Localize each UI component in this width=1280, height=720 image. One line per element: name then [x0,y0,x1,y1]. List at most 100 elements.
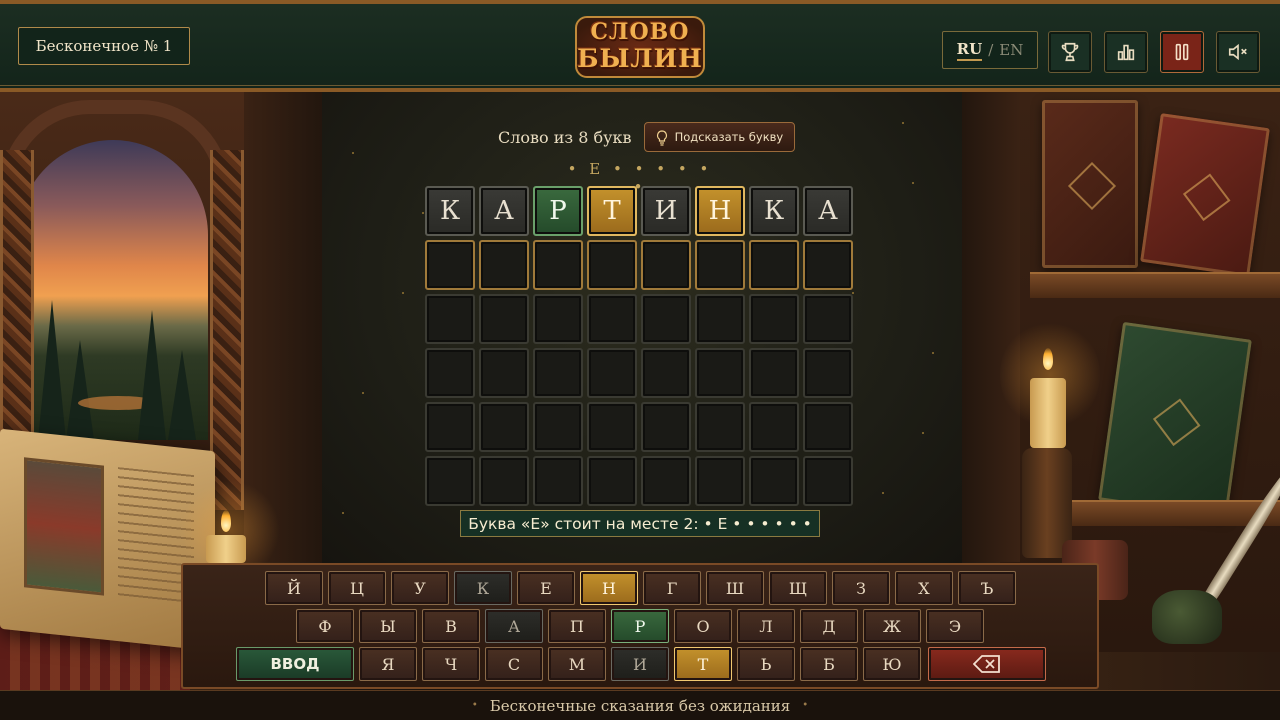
sparkle [342,512,344,514]
key[interactable]: Ч [422,647,480,681]
key[interactable]: Я [359,647,417,681]
logo-line2: БЫЛИН [577,44,703,73]
key[interactable]: Ь [737,647,795,681]
key[interactable]: П [548,609,606,643]
key[interactable]: М [548,647,606,681]
sparkle [352,152,354,154]
footer-tagline: Бесконечные сказания без ожидания [489,696,791,715]
grid-cell [533,240,583,290]
sound-muted-icon [1228,43,1247,61]
grid-cell [803,348,853,398]
sparkle [922,432,924,434]
sound-toggle-button[interactable] [1216,31,1260,73]
grid-cell [641,456,691,506]
key[interactable]: Й [265,571,323,605]
key[interactable]: Е [517,571,575,605]
key[interactable]: В [422,609,480,643]
grid-cell [479,240,529,290]
key[interactable]: С [485,647,543,681]
grid-cell [749,240,799,290]
key[interactable]: З [832,571,890,605]
board-info-row: Слово из 8 букв Подсказать букву [498,122,796,152]
sparkle [362,392,364,394]
carved-column [210,150,244,510]
backspace-key[interactable] [928,647,1046,681]
grid-cell [803,294,853,344]
key[interactable]: Г [643,571,701,605]
key[interactable]: Ю [863,647,921,681]
sparkle [902,122,904,124]
key[interactable]: Х [895,571,953,605]
grid-cell: К [749,186,799,236]
key[interactable]: Н [580,571,638,605]
ornate-book [1042,100,1138,268]
grid-cell [587,240,637,290]
grid-cell [803,240,853,290]
grid-cell [641,402,691,452]
grid-cell [749,348,799,398]
wall [960,92,1020,562]
candle-left [206,535,246,563]
grid-cell: А [803,186,853,236]
on-screen-keyboard: Й Ц У К Е Н Г Ш Щ З Х Ъ Ф Ы В А П Р О Л Д Ж Э Я Ч С М И Т Ь Б Ю ВВОД [181,563,1099,689]
mode-badge[interactable]: Бесконечное № 1 [18,27,190,65]
leaderboard-button[interactable] [1048,31,1092,73]
hint-letter-button[interactable]: Подсказать букву [643,122,796,152]
stats-button[interactable] [1104,31,1148,73]
grid-cell: Р [533,186,583,236]
grid-cell [533,294,583,344]
language-switch[interactable]: RU / EN [942,31,1038,69]
grid-cell [587,348,637,398]
key[interactable]: Ж [863,609,921,643]
grid-cell [425,240,475,290]
key[interactable]: У [391,571,449,605]
word-length-label: Слово из 8 букв [498,127,632,147]
grid-cell [533,456,583,506]
candle-right [1030,378,1066,448]
header: Бесконечное № 1 СЛОВО БЫЛИН RU / EN [0,0,1280,92]
key[interactable]: Ш [706,571,764,605]
grid-cell [533,402,583,452]
key[interactable]: Т [674,647,732,681]
grid-cell [587,294,637,344]
key[interactable]: Ц [328,571,386,605]
grid-cell [695,402,745,452]
key[interactable]: Б [800,647,858,681]
ornate-book [1140,113,1270,277]
grid-cell [641,348,691,398]
hint-button-label: Подсказать букву [674,130,784,144]
key[interactable]: Э [926,609,984,643]
lightbulb-icon [656,130,667,146]
grid-cell [695,240,745,290]
grid-cell [641,240,691,290]
key[interactable]: Р [611,609,669,643]
grid-cell [749,294,799,344]
key[interactable]: Ы [359,609,417,643]
grid-cell [425,402,475,452]
grid-cell: Т [587,186,637,236]
key[interactable]: К [454,571,512,605]
key[interactable]: Щ [769,571,827,605]
pause-button[interactable] [1160,31,1204,73]
key[interactable]: Ф [296,609,354,643]
grid-cell [479,348,529,398]
grid-cell [695,456,745,506]
pause-icon [1175,43,1189,61]
ornate-book [1098,321,1252,519]
key[interactable]: И [611,647,669,681]
key[interactable]: О [674,609,732,643]
grid-cell [587,402,637,452]
lang-en[interactable]: EN [999,41,1023,59]
footer-bullet-left: • [471,700,478,711]
enter-key[interactable]: ВВОД [236,647,354,681]
key[interactable]: Л [737,609,795,643]
key[interactable]: А [485,609,543,643]
grid-cell [749,456,799,506]
lang-ru[interactable]: RU [956,40,983,61]
sparkle [882,492,884,494]
key[interactable]: Д [800,609,858,643]
grid-cell [587,456,637,506]
grid-cell [533,348,583,398]
key[interactable]: Ъ [958,571,1016,605]
grid-cell [479,456,529,506]
